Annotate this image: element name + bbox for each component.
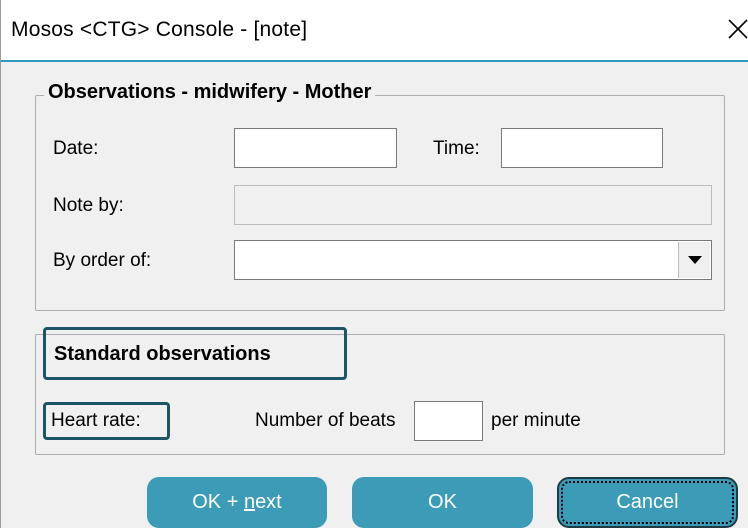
standard-observations-heading: Standard observations (54, 343, 271, 365)
ok-next-label-pre: OK + (192, 491, 244, 513)
date-label: Date: (53, 138, 99, 159)
heart-rate-label: Heart rate: (51, 410, 141, 431)
window-title: Mosos <CTG> Console - [note] (11, 18, 308, 41)
title-bar: Mosos <CTG> Console - [note] (1, 0, 748, 62)
by-order-dropdown[interactable] (234, 240, 712, 280)
ok-button[interactable]: OK (352, 477, 533, 528)
by-order-label: By order of: (53, 250, 152, 271)
ok-label: OK (428, 491, 457, 513)
time-label: Time: (433, 138, 480, 159)
note-by-field (234, 185, 712, 225)
observations-legend: Observations - midwifery - Mother (44, 81, 376, 104)
ok-next-button[interactable]: OK + n ext (147, 477, 327, 528)
cancel-label: Cancel (616, 491, 679, 513)
note-by-label: Note by: (53, 195, 124, 216)
chevron-down-icon[interactable] (678, 242, 710, 278)
close-icon[interactable] (723, 14, 748, 44)
cancel-button[interactable]: Cancel (557, 477, 738, 528)
dialog-window: Mosos <CTG> Console - [note] Observation… (0, 0, 748, 528)
ok-next-label-mnemonic: n (243, 491, 256, 513)
per-minute-label: per minute (491, 410, 581, 431)
beats-field[interactable] (414, 401, 483, 441)
ok-next-label-post: ext (255, 491, 282, 513)
number-of-beats-label: Number of beats (255, 410, 396, 431)
time-field[interactable] (501, 128, 663, 168)
date-field[interactable] (234, 128, 397, 168)
